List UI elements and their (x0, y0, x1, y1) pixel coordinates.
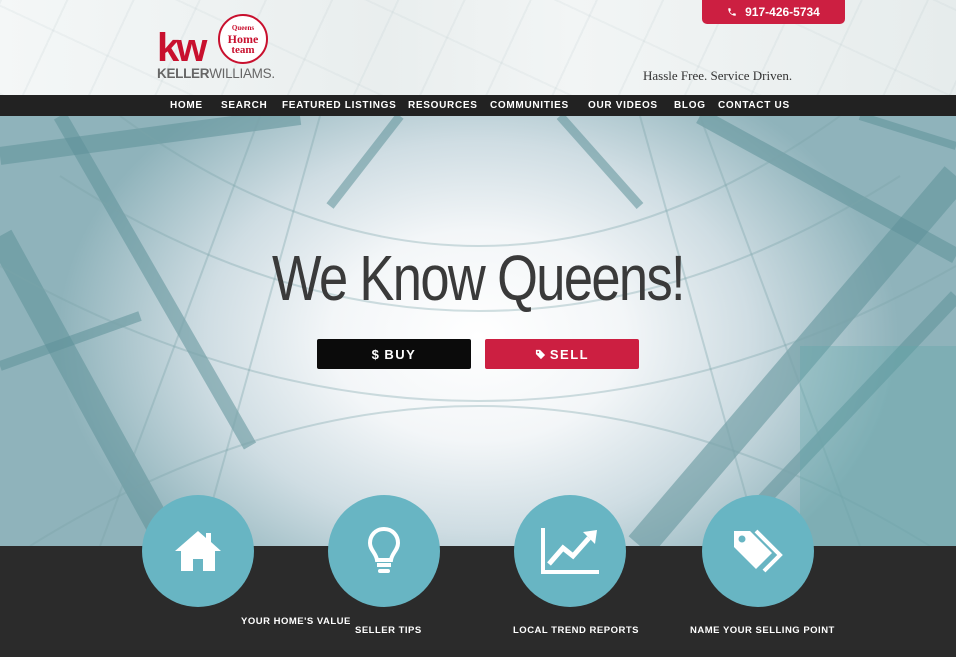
nav-contact-us[interactable]: CONTACT US (718, 95, 790, 116)
feature-label-trend-reports[interactable]: LOCAL TREND REPORTS (513, 625, 639, 636)
feature-label-home-value[interactable]: YOUR HOME'S VALUE (241, 616, 351, 627)
feature-label-selling-point[interactable]: NAME YOUR SELLING POINT (690, 625, 835, 636)
home-value-button[interactable] (142, 495, 254, 607)
nav-featured-listings[interactable]: FEATURED LISTINGS (282, 95, 397, 116)
wordmark-bold: KELLER (157, 66, 210, 81)
nav-home[interactable]: HOME (170, 95, 203, 116)
nav-communities[interactable]: COMMUNITIES (490, 95, 569, 116)
buy-label: BUY (384, 346, 417, 362)
trend-chart-icon (541, 528, 599, 574)
phone-number: 917-426-5734 (745, 5, 820, 19)
keller-williams-logo[interactable]: kw Queens Home team KELLERWILLIAMS. (157, 14, 275, 84)
kw-logo-mark: kw (157, 26, 207, 70)
keller-williams-wordmark: KELLERWILLIAMS. (157, 66, 275, 81)
hero-section: We Know Queens! $ BUY SELL (0, 116, 956, 546)
badge-line-3: team (231, 44, 255, 56)
wordmark-rest: WILLIAMS. (209, 66, 275, 81)
unisphere-background-image (0, 116, 956, 546)
trend-reports-button[interactable] (514, 495, 626, 607)
tags-icon (734, 529, 783, 573)
nav-blog[interactable]: BLOG (674, 95, 706, 116)
buy-button[interactable]: $ BUY (317, 339, 471, 369)
dollar-icon: $ (371, 346, 381, 362)
tagline: Hassle Free. Service Driven. (643, 68, 793, 83)
site-header: kw Queens Home team KELLERWILLIAMS. 917-… (0, 0, 956, 95)
sell-button[interactable]: SELL (485, 339, 639, 369)
nav-search[interactable]: SEARCH (221, 95, 267, 116)
feature-label-seller-tips[interactable]: SELLER TIPS (355, 625, 422, 636)
nav-our-videos[interactable]: OUR VIDEOS (588, 95, 658, 116)
home-icon (175, 531, 221, 571)
phone-icon (728, 8, 736, 16)
tag-icon (535, 349, 545, 359)
hero-title: We Know Queens! (272, 242, 686, 314)
lightbulb-icon (367, 526, 401, 573)
main-nav: HOME SEARCH FEATURED LISTINGS RESOURCES … (0, 95, 956, 116)
queens-home-team-badge: Queens Home team (218, 14, 268, 64)
sell-label: SELL (549, 346, 590, 362)
phone-button[interactable]: 917-426-5734 (702, 0, 845, 24)
nav-resources[interactable]: RESOURCES (408, 95, 478, 116)
seller-tips-button[interactable] (328, 495, 440, 607)
selling-point-button[interactable] (702, 495, 814, 607)
